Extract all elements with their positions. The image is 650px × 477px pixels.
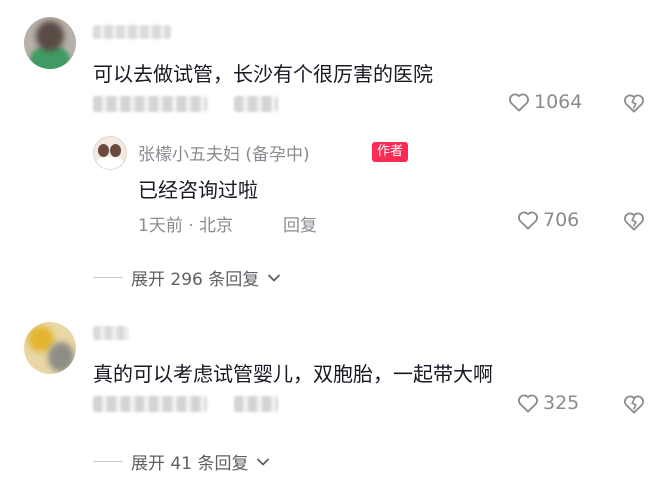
reply-like-button[interactable]: 706 [517,209,579,231]
reply-time-location: 1天前 · 北京 [138,216,234,236]
comment-item: 可以去做试管，长沙有个很厉害的医院 1064 张檬小五夫妇 (备孕中) 作者 已… [0,0,650,300]
comment-text: 真的可以考虑试管婴儿，双胞胎，一起带大啊 [93,362,493,386]
comment-item: 真的可以考虑试管婴儿，双胞胎，一起带大啊 325 展开 41 条回复 [0,300,650,477]
comment-text: 可以去做试管，长沙有个很厉害的医院 [93,62,433,86]
like-count: 325 [543,392,580,414]
avatar[interactable] [24,322,76,374]
avatar[interactable] [24,17,76,69]
chevron-down-icon [267,273,281,283]
expand-replies-label: 展开 41 条回复 [131,454,249,474]
divider-line [93,461,123,462]
divider-line [93,277,123,278]
heart-outline-icon [517,210,539,230]
reply-like-count: 706 [543,209,580,231]
reply-button-blurred[interactable] [234,96,278,112]
heart-outline-icon [517,393,539,413]
comment-meta-blurred [93,96,207,112]
chevron-down-icon [256,457,270,467]
broken-heart-icon[interactable] [623,93,645,113]
comment-meta-blurred [93,396,207,412]
heart-outline-icon [508,92,530,112]
broken-heart-icon[interactable] [623,211,645,231]
username-blurred[interactable] [93,25,171,39]
expand-replies-button[interactable]: 展开 41 条回复 [93,449,270,474]
expand-replies-button[interactable]: 展开 296 条回复 [93,265,281,290]
author-badge: 作者 [372,142,409,162]
reply-button[interactable]: 回复 [283,211,317,236]
reply-button-blurred[interactable] [234,396,278,412]
like-button[interactable]: 1064 [508,91,582,113]
like-button[interactable]: 325 [517,392,579,414]
reply-avatar[interactable] [93,136,127,170]
username-blurred[interactable] [93,326,129,340]
reply-author-name[interactable]: 张檬小五夫妇 (备孕中) [138,140,310,165]
reply-text: 已经咨询过啦 [138,178,258,202]
expand-replies-label: 展开 296 条回复 [131,270,260,290]
like-count: 1064 [534,91,583,113]
broken-heart-icon[interactable] [623,394,645,414]
